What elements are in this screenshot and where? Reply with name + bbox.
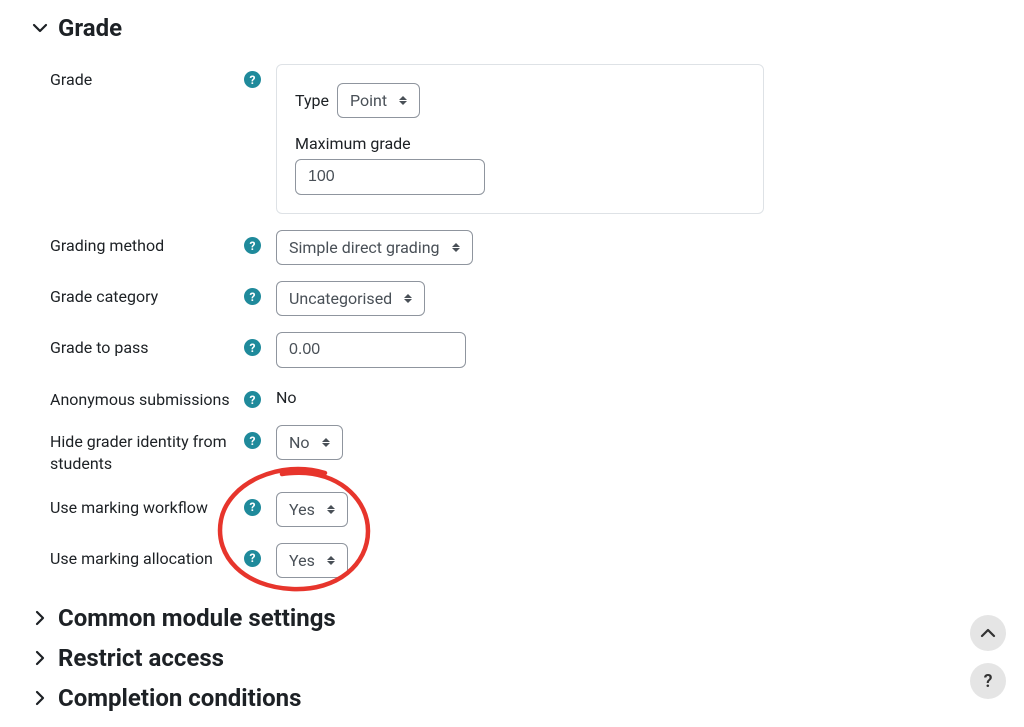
section-title-grade: Grade — [58, 14, 122, 42]
help-icon-grade-category[interactable]: ? — [244, 288, 261, 305]
grade-to-pass-label: Grade to pass — [50, 338, 149, 357]
marking-allocation-label: Use marking allocation — [50, 549, 213, 568]
updown-icon — [327, 556, 335, 565]
updown-icon — [404, 294, 412, 303]
anonymous-value: No — [276, 384, 992, 407]
grade-max-input[interactable] — [295, 159, 485, 195]
marking-workflow-select[interactable]: Yes — [276, 492, 348, 527]
marking-allocation-select[interactable]: Yes — [276, 543, 348, 578]
help-icon-hide-grader[interactable]: ? — [244, 432, 261, 449]
section-title-common: Common module settings — [58, 604, 336, 632]
section-toggle-restrict[interactable]: Restrict access — [32, 644, 992, 672]
marking-allocation-value: Yes — [289, 551, 315, 570]
help-icon-grade[interactable]: ? — [244, 71, 261, 88]
scroll-to-top-button[interactable] — [970, 615, 1006, 651]
marking-workflow-value: Yes — [289, 500, 315, 519]
anonymous-label: Anonymous submissions — [50, 390, 230, 409]
chevron-right-icon — [32, 610, 48, 626]
grade-max-label: Maximum grade — [295, 134, 745, 153]
section-toggle-grade[interactable]: Grade — [32, 14, 992, 42]
grade-type-select[interactable]: Point — [337, 83, 420, 118]
help-icon-anonymous[interactable]: ? — [244, 391, 261, 408]
updown-icon — [327, 505, 335, 514]
section-title-restrict: Restrict access — [58, 644, 224, 672]
grade-label: Grade — [50, 70, 92, 89]
section-title-completion: Completion conditions — [58, 684, 301, 712]
chevron-right-icon — [32, 650, 48, 666]
question-icon: ? — [984, 671, 993, 692]
updown-icon — [452, 243, 460, 252]
section-toggle-common[interactable]: Common module settings — [32, 604, 992, 632]
grading-method-select[interactable]: Simple direct grading — [276, 230, 473, 265]
hide-grader-label: Hide grader identity from students — [50, 431, 244, 476]
chevron-down-icon — [32, 20, 48, 36]
help-icon-marking-workflow[interactable]: ? — [244, 499, 261, 516]
hide-grader-value: No — [289, 433, 310, 452]
chevron-right-icon — [32, 690, 48, 706]
grade-to-pass-input[interactable] — [276, 332, 466, 368]
grade-type-value: Point — [350, 91, 387, 110]
hide-grader-select[interactable]: No — [276, 425, 343, 460]
grading-method-value: Simple direct grading — [289, 238, 440, 257]
help-icon-grading-method[interactable]: ? — [244, 237, 261, 254]
chevron-up-icon — [980, 625, 996, 641]
grade-category-select[interactable]: Uncategorised — [276, 281, 425, 316]
grade-panel: Type Point Maximum grade — [276, 64, 764, 214]
marking-workflow-label: Use marking workflow — [50, 498, 208, 517]
floating-help-button[interactable]: ? — [970, 663, 1006, 699]
help-icon-grade-to-pass[interactable]: ? — [244, 339, 261, 356]
section-toggle-completion[interactable]: Completion conditions — [32, 684, 992, 712]
grading-method-label: Grading method — [50, 236, 164, 255]
updown-icon — [399, 96, 407, 105]
updown-icon — [322, 438, 330, 447]
help-icon-marking-allocation[interactable]: ? — [244, 550, 261, 567]
grade-category-label: Grade category — [50, 287, 158, 306]
grade-category-value: Uncategorised — [289, 289, 392, 308]
grade-type-label: Type — [295, 91, 329, 110]
